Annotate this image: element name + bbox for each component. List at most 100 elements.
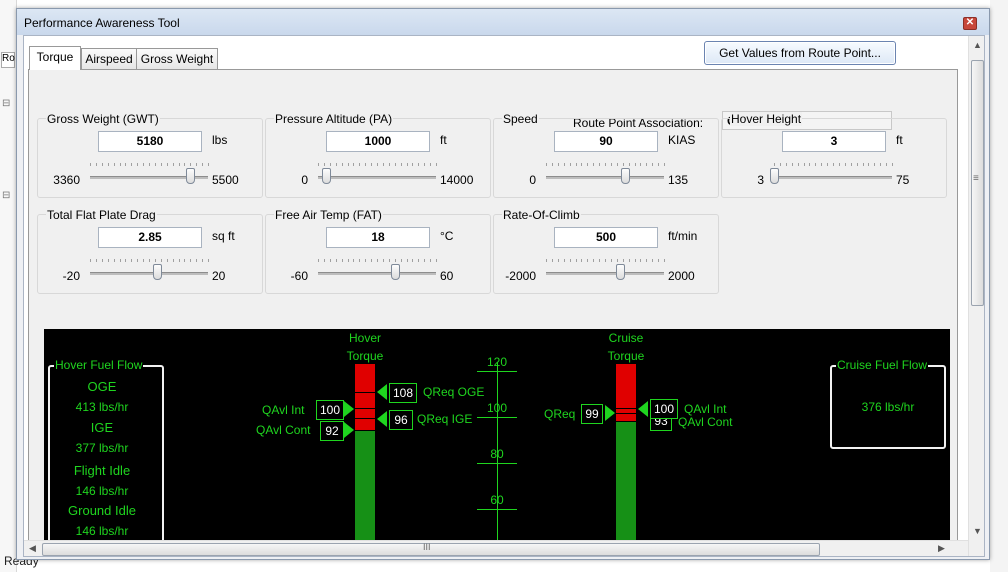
slider-tick: [424, 259, 425, 262]
slider-tick: [383, 163, 384, 166]
tab-airspeed[interactable]: Airspeed: [81, 48, 137, 69]
slider-max-label: 2000: [668, 269, 695, 283]
hover-torque-title-line1: Hover: [348, 331, 381, 345]
slider-track[interactable]: [318, 272, 436, 275]
oge-fuel-value: 413 lbs/hr: [75, 400, 129, 414]
slider-tick: [576, 259, 577, 262]
scroll-right-icon[interactable]: ▶: [938, 543, 945, 554]
slider-track[interactable]: [774, 176, 892, 179]
slider-tick: [114, 163, 115, 166]
slider-tick: [546, 163, 547, 166]
slider-tick: [658, 163, 659, 166]
slider-tick: [137, 163, 138, 166]
slider-tick: [208, 163, 209, 166]
slider-tick: [412, 163, 413, 166]
slider-max-label: 135: [668, 173, 689, 187]
slider-tick: [593, 163, 594, 166]
parameter-input[interactable]: 1000: [326, 131, 430, 152]
scroll-down-icon[interactable]: ▼: [973, 526, 982, 536]
slider-tick: [418, 259, 419, 262]
cruise-torque-tick: [616, 408, 636, 409]
parameter-group: Gross Weight (GWT) 5180 lbs 3360 5500: [37, 112, 263, 198]
parameter-group: Pressure Altitude (PA) 1000 ft 0 14000: [265, 112, 491, 198]
slider-tick: [196, 259, 197, 262]
hover-qreq-oge-label: QReq OGE: [423, 385, 485, 399]
slider-thumb[interactable]: [186, 168, 195, 184]
title-bar[interactable]: Performance Awareness Tool ✕: [17, 9, 989, 35]
tree-collapse-icon[interactable]: ⊟: [2, 190, 10, 201]
parameter-title: Free Air Temp (FAT): [274, 208, 383, 222]
slider-tick: [202, 259, 203, 262]
slider-tick: [868, 163, 869, 166]
slider-tick: [336, 259, 337, 262]
slider-thumb[interactable]: [153, 264, 162, 280]
slider-track[interactable]: [318, 176, 436, 179]
parameter-input[interactable]: 500: [554, 227, 658, 248]
slider-tick: [342, 259, 343, 262]
tree-collapse-icon[interactable]: ⊟: [2, 98, 10, 109]
vertical-scroll-thumb[interactable]: ≡: [971, 60, 984, 306]
slider-tick: [611, 163, 612, 166]
slider-tick: [857, 163, 858, 166]
slider-tick: [576, 163, 577, 166]
slider-tick: [149, 259, 150, 262]
slider-tick: [635, 259, 636, 262]
parameter-input[interactable]: 2.85: [98, 227, 202, 248]
vertical-scrollbar[interactable]: ▲ ≡ ▼: [968, 36, 984, 556]
hover-qreq-ige-label: QReq IGE: [417, 412, 473, 426]
slider-thumb[interactable]: [621, 168, 630, 184]
slider-track[interactable]: [90, 272, 208, 275]
slider-max-label: 60: [440, 269, 454, 283]
slider-tick: [552, 259, 553, 262]
scroll-left-icon[interactable]: ◀: [29, 543, 36, 554]
slider-tick: [161, 163, 162, 166]
slider-tick: [125, 163, 126, 166]
slider-tick: [377, 259, 378, 262]
cruise-qavl-cont-label: QAvl Cont: [678, 415, 733, 429]
ground-idle-fuel-value: 146 lbs/hr: [75, 524, 129, 538]
slider-tick: [605, 259, 606, 262]
background-tab[interactable]: Ro: [1, 52, 15, 68]
slider-track[interactable]: [546, 272, 664, 275]
slider-tick: [418, 163, 419, 166]
parameter-input[interactable]: 5180: [98, 131, 202, 152]
slider-tick: [593, 259, 594, 262]
slider-tick: [646, 163, 647, 166]
slider-tick: [570, 259, 571, 262]
background-tree-panel: Ro ⊟ ⊟: [0, 0, 17, 572]
slider-thumb[interactable]: [391, 264, 400, 280]
slider-tick: [786, 163, 787, 166]
close-button[interactable]: ✕: [963, 17, 977, 30]
get-values-button[interactable]: Get Values from Route Point...: [704, 41, 896, 65]
grip-icon: ≡: [973, 173, 979, 184]
tab-torque[interactable]: Torque: [29, 46, 81, 70]
tab-gross-weight[interactable]: Gross Weight: [136, 48, 218, 69]
slider-tick: [330, 259, 331, 262]
slider-min-label: 3: [757, 173, 764, 187]
slider-track[interactable]: [546, 176, 664, 179]
slider-tick: [599, 163, 600, 166]
slider-tick: [658, 259, 659, 262]
slider-tick: [359, 259, 360, 262]
parameter-unit: lbs: [212, 133, 228, 147]
scroll-up-icon[interactable]: ▲: [973, 40, 982, 50]
parameter-input[interactable]: 3: [782, 131, 886, 152]
slider-tick: [395, 163, 396, 166]
cruise-torque-title-line2: Torque: [607, 349, 645, 363]
slider-tick: [892, 163, 893, 166]
horizontal-scrollbar[interactable]: ◀ III ▶: [24, 540, 968, 556]
slider-tick: [552, 163, 553, 166]
slider-tick: [407, 259, 408, 262]
cruise-qreq-value: 99: [581, 404, 603, 424]
horizontal-scroll-thumb[interactable]: III: [42, 542, 820, 556]
slider-thumb[interactable]: [322, 168, 331, 184]
parameter-input[interactable]: 18: [326, 227, 430, 248]
slider-tick: [131, 163, 132, 166]
slider-tick: [401, 163, 402, 166]
slider-tick: [424, 163, 425, 166]
parameter-group: Free Air Temp (FAT) 18 °C -60 60: [265, 208, 491, 294]
slider-tick: [798, 163, 799, 166]
parameter-input[interactable]: 90: [554, 131, 658, 152]
slider-thumb[interactable]: [616, 264, 625, 280]
slider-thumb[interactable]: [770, 168, 779, 184]
